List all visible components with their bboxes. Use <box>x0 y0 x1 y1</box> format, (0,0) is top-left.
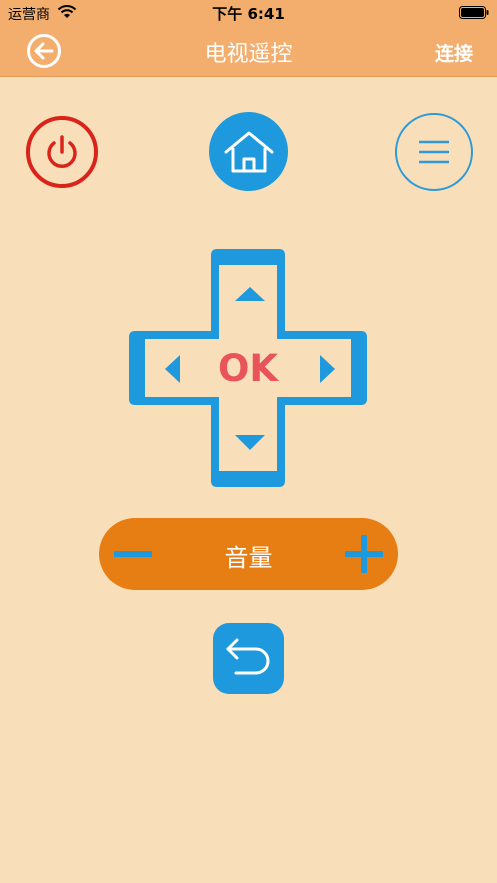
status-bar: 运营商 下午 6:41 <box>0 0 497 26</box>
nav-bar: 电视遥控 连接 <box>0 26 497 77</box>
connect-button[interactable]: 连接 <box>435 39 473 66</box>
page-title: 电视遥控 <box>204 42 293 67</box>
home-icon <box>224 131 273 172</box>
power-icon <box>47 135 77 168</box>
dpad-left-button[interactable] <box>132 339 207 397</box>
volume-up-icon[interactable] <box>338 530 390 578</box>
menu-icon <box>419 140 449 164</box>
dpad: OK <box>127 247 369 489</box>
return-button[interactable] <box>213 623 284 694</box>
dpad-right-button[interactable] <box>289 339 364 397</box>
dpad-up-button[interactable] <box>219 252 277 327</box>
header: 运营商 下午 6:41 电视遥控 连接 <box>0 0 497 77</box>
return-icon <box>226 638 269 674</box>
home-button[interactable] <box>209 112 288 191</box>
volume-control: 音量 <box>99 518 398 590</box>
power-button[interactable] <box>26 116 98 188</box>
menu-button[interactable] <box>395 113 473 191</box>
status-clock: 下午 6:41 <box>212 5 285 23</box>
battery-icon <box>459 6 489 19</box>
dpad-down-button[interactable] <box>219 409 277 484</box>
ok-button[interactable]: OK <box>207 339 289 397</box>
